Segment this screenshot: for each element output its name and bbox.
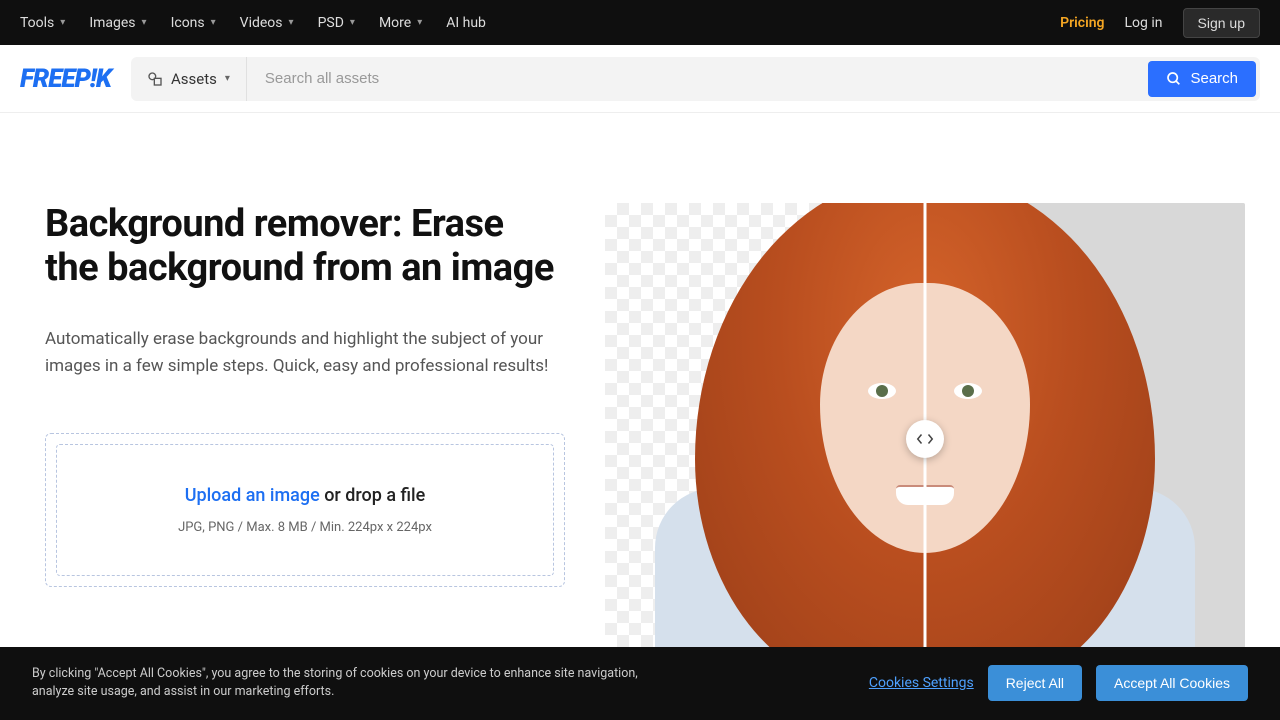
signup-button[interactable]: Sign up (1183, 8, 1260, 38)
chevron-left-icon (916, 433, 924, 445)
search-input[interactable] (247, 70, 1149, 87)
cookie-settings-link[interactable]: Cookies Settings (869, 675, 974, 691)
login-link[interactable]: Log in (1125, 15, 1163, 31)
nav-more[interactable]: More▾ (379, 15, 422, 31)
upload-link[interactable]: Upload an image (185, 485, 320, 506)
top-nav: Tools▾ Images▾ Icons▾ Videos▾ PSD▾ More▾… (20, 15, 486, 31)
chevron-down-icon: ▾ (211, 17, 216, 28)
accept-all-button[interactable]: Accept All Cookies (1096, 665, 1248, 701)
chevron-down-icon: ▾ (60, 17, 65, 28)
nav-icons[interactable]: Icons▾ (171, 15, 216, 31)
chevron-down-icon: ▾ (225, 73, 230, 84)
pricing-link[interactable]: Pricing (1060, 15, 1104, 31)
shapes-icon (147, 71, 163, 87)
comparison-slider-handle[interactable] (906, 420, 944, 458)
chevron-down-icon: ▾ (350, 17, 355, 28)
reject-all-button[interactable]: Reject All (988, 665, 1082, 701)
search-icon (1166, 71, 1182, 87)
comparison-preview (605, 203, 1245, 648)
page-description: Automatically erase backgrounds and high… (45, 326, 565, 379)
nav-videos[interactable]: Videos▾ (240, 15, 294, 31)
page-title: Background remover: Erase the background… (45, 203, 565, 290)
chevron-down-icon: ▾ (142, 17, 147, 28)
upload-dropzone[interactable]: Upload an image or drop a file JPG, PNG … (45, 433, 565, 587)
brand-logo[interactable]: FREEP!K (20, 64, 111, 94)
cookie-text: By clicking "Accept All Cookies", you ag… (32, 665, 672, 703)
assets-dropdown-label: Assets (171, 70, 217, 88)
cookie-banner: By clicking "Accept All Cookies", you ag… (0, 647, 1280, 720)
search-box: Assets ▾ Search (131, 57, 1260, 101)
nav-images[interactable]: Images▾ (89, 15, 146, 31)
nav-tools[interactable]: Tools▾ (20, 15, 65, 31)
chevron-down-icon: ▾ (289, 17, 294, 28)
upload-hint: JPG, PNG / Max. 8 MB / Min. 224px x 224p… (77, 520, 533, 535)
nav-aihub[interactable]: AI hub (446, 15, 486, 31)
search-button[interactable]: Search (1148, 61, 1256, 97)
assets-dropdown[interactable]: Assets ▾ (131, 57, 247, 101)
nav-psd[interactable]: PSD▾ (318, 15, 355, 31)
chevron-down-icon: ▾ (417, 17, 422, 28)
chevron-right-icon (926, 433, 934, 445)
upload-rest-text: or drop a file (320, 485, 426, 506)
